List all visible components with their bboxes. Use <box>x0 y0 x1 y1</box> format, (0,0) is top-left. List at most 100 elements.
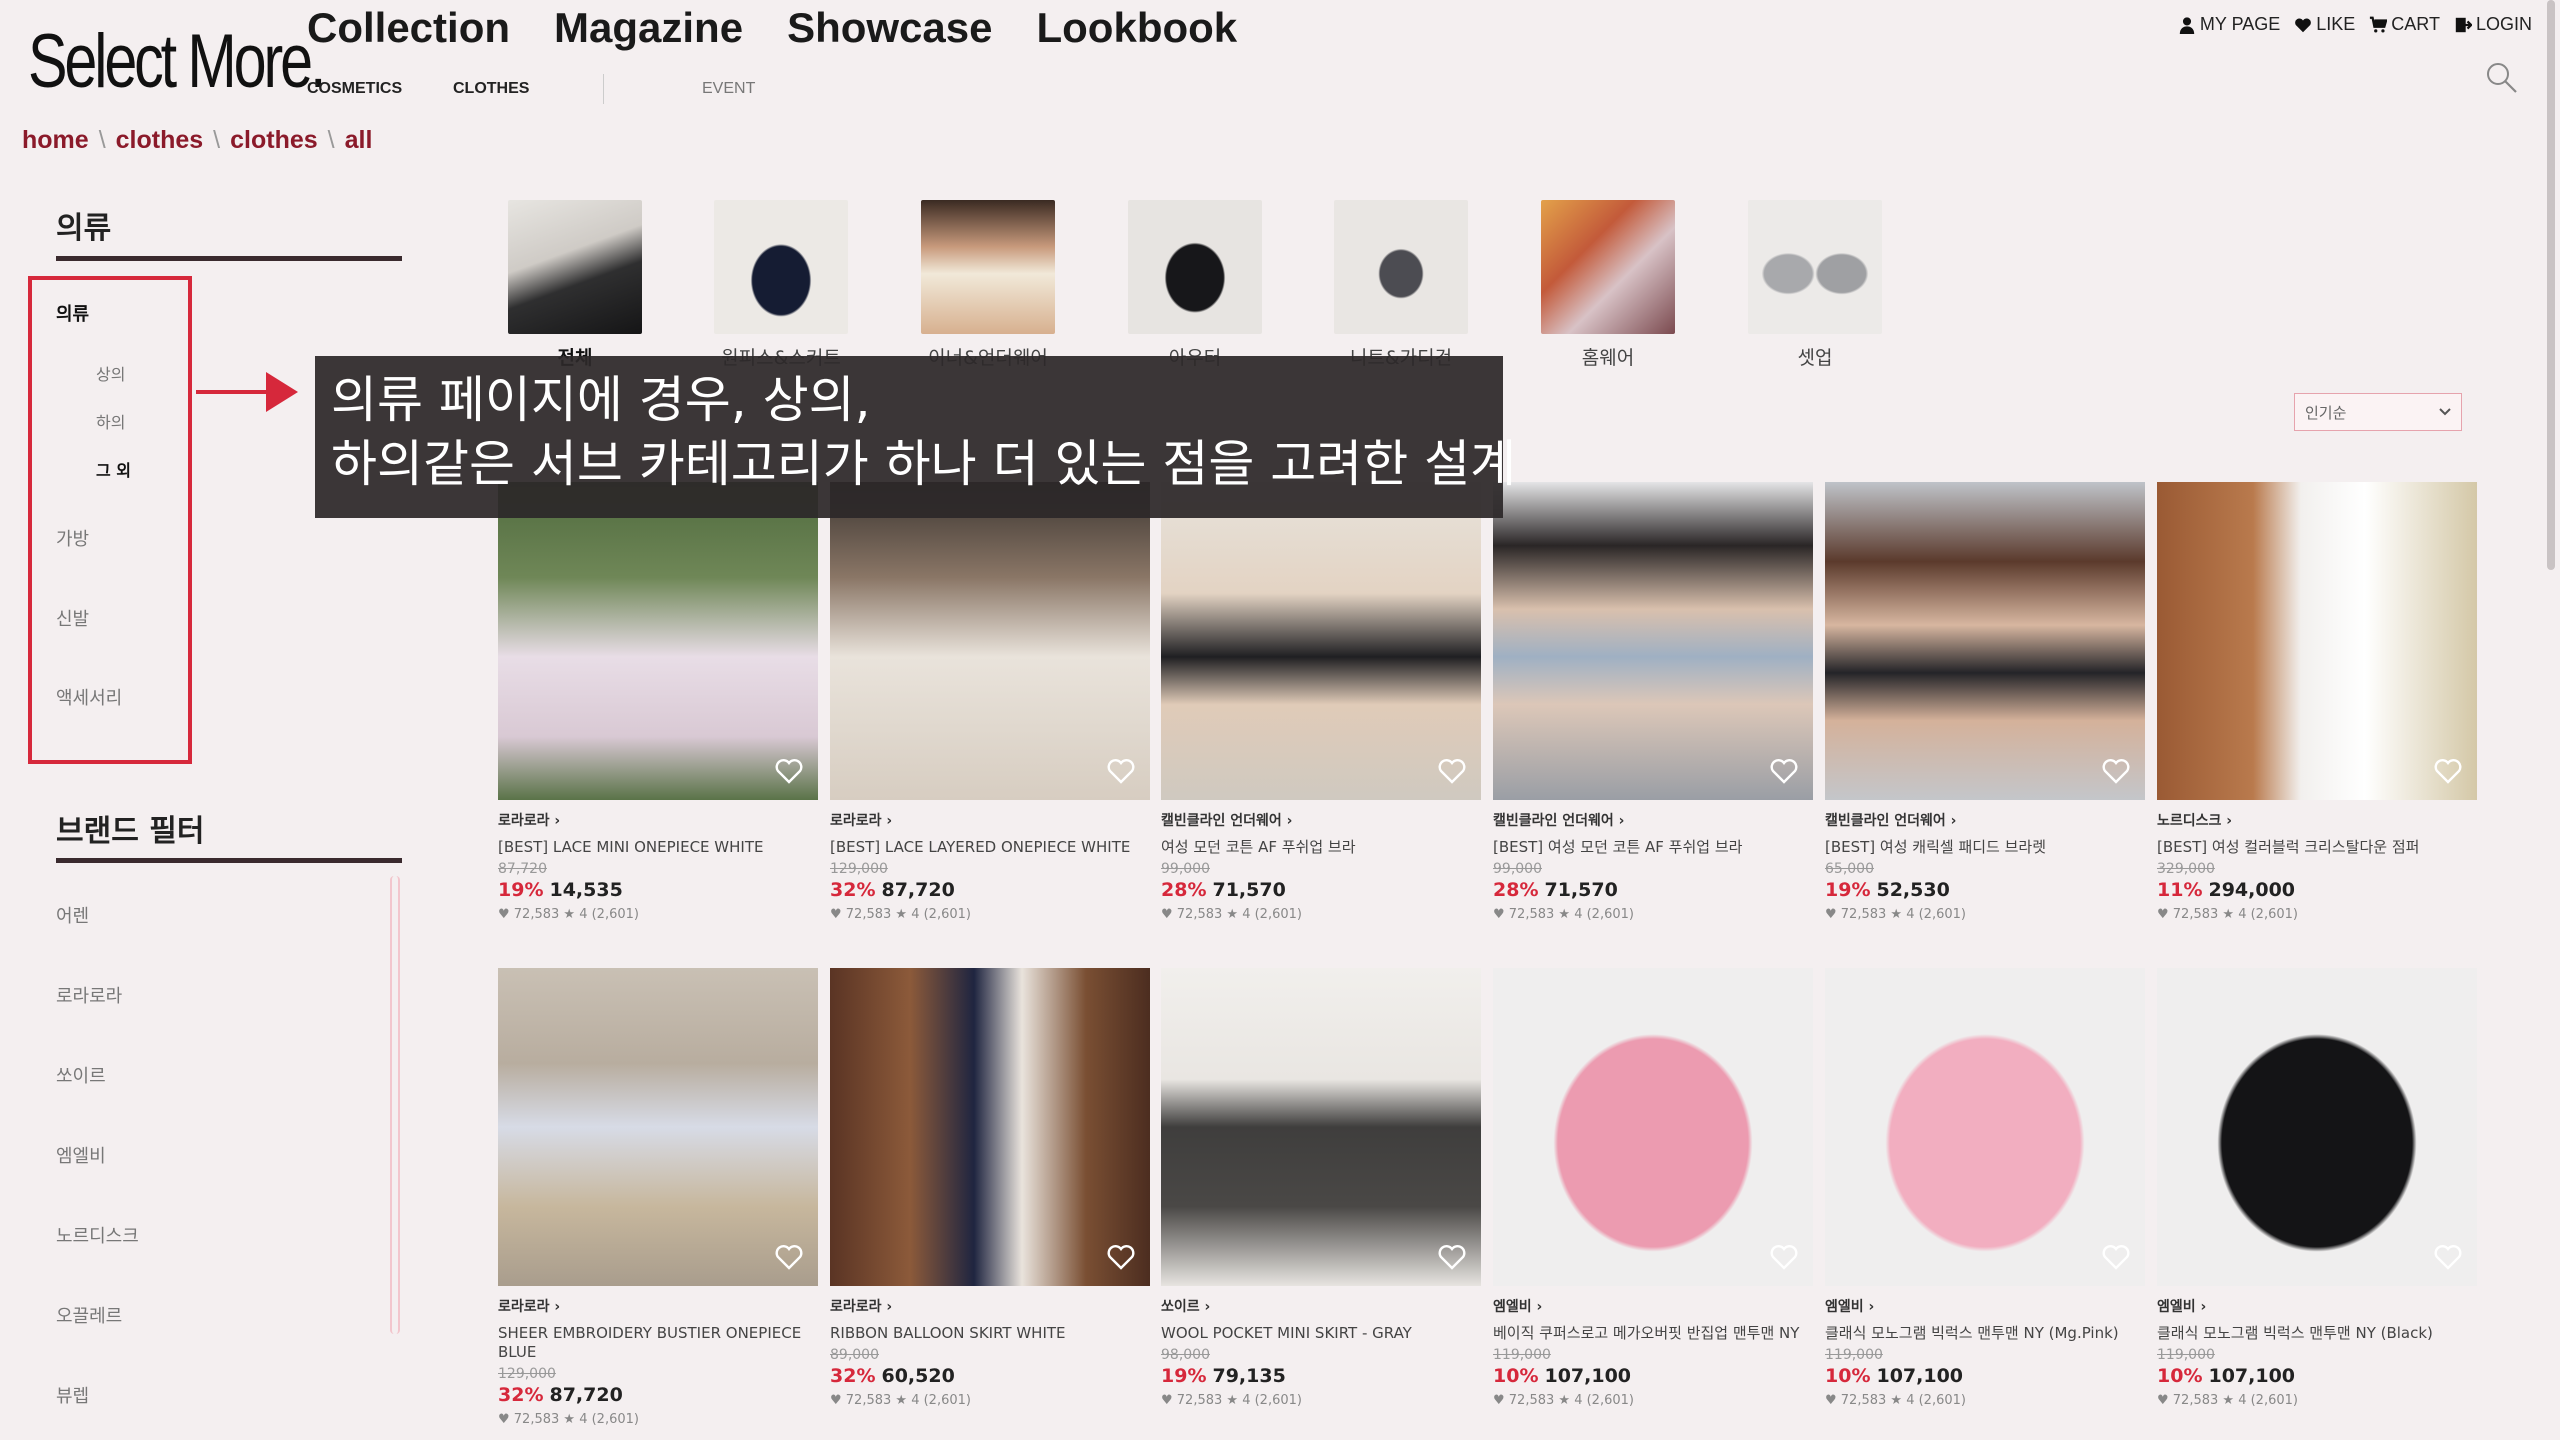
product-image[interactable] <box>498 968 818 1286</box>
sort-dropdown[interactable]: 인기순 <box>2294 393 2462 431</box>
product-brand[interactable]: 엠엘비 › <box>1825 1296 2145 1316</box>
nav-magazine[interactable]: Magazine <box>554 4 743 52</box>
product-name[interactable]: 클래식 모노그램 빅럭스 맨투맨 NY (Mg.Pink) <box>1825 1324 2145 1343</box>
category-thumb-all[interactable] <box>508 200 642 334</box>
product-brand[interactable]: 쏘이르 › <box>1161 1296 1481 1316</box>
product-brand[interactable]: 엠엘비 › <box>1493 1296 1813 1316</box>
product-image[interactable] <box>2157 968 2477 1286</box>
heart-outline-icon[interactable] <box>1106 756 1136 786</box>
category-label-setup[interactable]: 셋업 <box>1748 343 1882 370</box>
heart-outline-icon[interactable] <box>1106 1242 1136 1272</box>
product-image[interactable] <box>830 482 1150 800</box>
product-name[interactable]: WOOL POCKET MINI SKIRT - GRAY <box>1161 1324 1481 1343</box>
mypage-link[interactable]: MY PAGE <box>2178 14 2280 35</box>
product-card[interactable]: 캘빈클라인 언더웨어 › [BEST] 여성 캐릭셀 패디드 브라렛 65,00… <box>1825 482 2145 922</box>
heart-outline-icon[interactable] <box>774 756 804 786</box>
product-name[interactable]: SHEER EMBROIDERY BUSTIER ONEPIECE BLUE <box>498 1324 818 1362</box>
product-brand[interactable]: 캘빈클라인 언더웨어 › <box>1161 810 1481 830</box>
product-name[interactable]: [BEST] LACE MINI ONEPIECE WHITE <box>498 838 818 857</box>
product-image[interactable] <box>1161 968 1481 1286</box>
product-card[interactable]: 엠엘비 › 베이직 쿠퍼스로고 메가오버핏 반집업 맨투맨 NY 119,000… <box>1493 968 1813 1408</box>
page-scrollbar-thumb[interactable] <box>2547 0 2555 570</box>
like-link[interactable]: LIKE <box>2294 14 2355 35</box>
product-name[interactable]: [BEST] 여성 모던 코튼 AF 푸쉬업 브라 <box>1493 838 1813 857</box>
search-icon[interactable] <box>2484 60 2518 94</box>
heart-outline-icon[interactable] <box>774 1242 804 1272</box>
sidebar-item-bags[interactable]: 가방 <box>56 525 89 551</box>
product-brand[interactable]: 로라로라 › <box>830 810 1150 830</box>
sidebar-item-clothes[interactable]: 의류 <box>56 300 89 326</box>
product-card[interactable]: 캘빈클라인 언더웨어 › [BEST] 여성 모던 코튼 AF 푸쉬업 브라 9… <box>1493 482 1813 922</box>
product-image[interactable] <box>1825 968 2145 1286</box>
nav-collection[interactable]: Collection <box>307 4 510 52</box>
product-name[interactable]: 여성 모던 코튼 AF 푸쉬업 브라 <box>1161 838 1481 857</box>
product-card[interactable]: 쏘이르 › WOOL POCKET MINI SKIRT - GRAY 98,0… <box>1161 968 1481 1408</box>
brand-item[interactable]: 노르디스크 <box>56 1222 139 1248</box>
category-thumb-setup[interactable] <box>1748 200 1882 334</box>
product-name[interactable]: RIBBON BALLOON SKIRT WHITE <box>830 1324 1150 1343</box>
cart-link[interactable]: CART <box>2369 14 2440 35</box>
product-card[interactable]: 로라로라 › [BEST] LACE LAYERED ONEPIECE WHIT… <box>830 482 1150 922</box>
sidebar-subitem-other[interactable]: 그 외 <box>96 457 131 481</box>
subnav-clothes[interactable]: CLOTHES <box>453 80 603 98</box>
category-thumb-knit-cardigan[interactable] <box>1334 200 1468 334</box>
breadcrumb-clothes-2[interactable]: clothes <box>230 126 318 155</box>
heart-outline-icon[interactable] <box>2101 1242 2131 1272</box>
category-label-homewear[interactable]: 홈웨어 <box>1541 343 1675 370</box>
nav-lookbook[interactable]: Lookbook <box>1037 4 1238 52</box>
product-image[interactable] <box>2157 482 2477 800</box>
page-scrollbar-track[interactable] <box>2540 0 2560 1440</box>
subnav-event[interactable]: EVENT <box>702 80 755 98</box>
breadcrumb-clothes[interactable]: clothes <box>116 126 204 155</box>
brand-item[interactable]: 로라로라 <box>56 982 122 1008</box>
product-card[interactable]: 로라로라 › [BEST] LACE MINI ONEPIECE WHITE 8… <box>498 482 818 922</box>
nav-showcase[interactable]: Showcase <box>787 4 992 52</box>
product-card[interactable]: 노르디스크 › [BEST] 여성 컬러블럭 크리스탈다운 점퍼 329,000… <box>2157 482 2477 922</box>
brand-item[interactable]: 뷰렙 <box>56 1382 89 1408</box>
product-image[interactable] <box>1493 482 1813 800</box>
product-card[interactable]: 캘빈클라인 언더웨어 › 여성 모던 코튼 AF 푸쉬업 브라 99,000 2… <box>1161 482 1481 922</box>
site-logo[interactable]: Select More. <box>28 18 326 105</box>
category-thumb-inner-underwear[interactable] <box>921 200 1055 334</box>
sidebar-item-accessories[interactable]: 액세서리 <box>56 684 122 710</box>
sidebar-subitem-bottoms[interactable]: 하의 <box>96 409 125 433</box>
heart-outline-icon[interactable] <box>1437 756 1467 786</box>
heart-outline-icon[interactable] <box>1437 1242 1467 1272</box>
product-card[interactable]: 엠엘비 › 클래식 모노그램 빅럭스 맨투맨 NY (Mg.Pink) 119,… <box>1825 968 2145 1408</box>
product-image[interactable] <box>1493 968 1813 1286</box>
brand-item[interactable]: 엠엘비 <box>56 1142 106 1168</box>
product-image[interactable] <box>830 968 1150 1286</box>
product-brand[interactable]: 캘빈클라인 언더웨어 › <box>1493 810 1813 830</box>
product-name[interactable]: [BEST] LACE LAYERED ONEPIECE WHITE <box>830 838 1150 857</box>
product-name[interactable]: 클래식 모노그램 빅럭스 맨투맨 NY (Black) <box>2157 1324 2477 1343</box>
product-brand[interactable]: 노르디스크 › <box>2157 810 2477 830</box>
heart-outline-icon[interactable] <box>2101 756 2131 786</box>
brand-item[interactable]: 쏘이르 <box>56 1062 106 1088</box>
product-image[interactable] <box>498 482 818 800</box>
product-name[interactable]: [BEST] 여성 컬러블럭 크리스탈다운 점퍼 <box>2157 838 2477 857</box>
category-thumb-homewear[interactable] <box>1541 200 1675 334</box>
product-brand[interactable]: 엠엘비 › <box>2157 1296 2477 1316</box>
product-brand[interactable]: 캘빈클라인 언더웨어 › <box>1825 810 2145 830</box>
category-thumb-dress-skirt[interactable] <box>714 200 848 334</box>
product-brand[interactable]: 로라로라 › <box>830 1296 1150 1316</box>
brand-item[interactable]: 어렌 <box>56 902 89 928</box>
product-card[interactable]: 로라로라 › RIBBON BALLOON SKIRT WHITE 89,000… <box>830 968 1150 1408</box>
product-brand[interactable]: 로라로라 › <box>498 1296 818 1316</box>
product-card[interactable]: 엠엘비 › 클래식 모노그램 빅럭스 맨투맨 NY (Black) 119,00… <box>2157 968 2477 1408</box>
heart-outline-icon[interactable] <box>1769 1242 1799 1272</box>
breadcrumb-home[interactable]: home <box>22 126 89 155</box>
product-name[interactable]: 베이직 쿠퍼스로고 메가오버핏 반집업 맨투맨 NY <box>1493 1324 1813 1343</box>
brand-item[interactable]: 오끌레르 <box>56 1302 122 1328</box>
login-link[interactable]: LOGIN <box>2454 14 2532 35</box>
product-image[interactable] <box>1161 482 1481 800</box>
product-image[interactable] <box>1825 482 2145 800</box>
product-brand[interactable]: 로라로라 › <box>498 810 818 830</box>
heart-outline-icon[interactable] <box>2433 756 2463 786</box>
heart-outline-icon[interactable] <box>2433 1242 2463 1272</box>
sidebar-subitem-tops[interactable]: 상의 <box>96 361 125 385</box>
product-name[interactable]: [BEST] 여성 캐릭셀 패디드 브라렛 <box>1825 838 2145 857</box>
subnav-cosmetics[interactable]: COSMETICS <box>307 80 453 98</box>
brand-list-scrollbar[interactable] <box>390 876 400 1334</box>
sidebar-item-shoes[interactable]: 신발 <box>56 605 89 631</box>
